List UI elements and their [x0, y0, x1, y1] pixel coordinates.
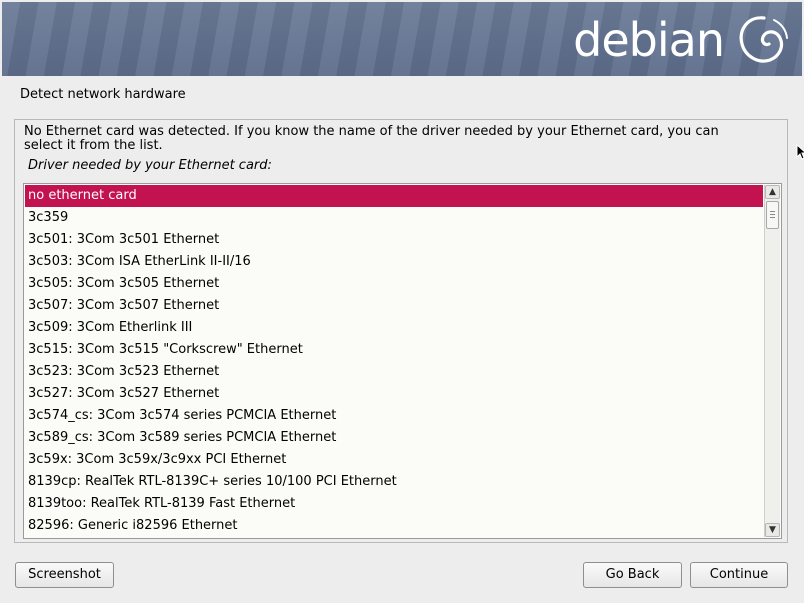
vertical-scrollbar[interactable]: ▲ ▼ — [764, 185, 780, 537]
driver-list-item[interactable]: 8139too: RealTek RTL-8139 Fast Ethernet — [25, 493, 763, 515]
driver-list-item[interactable]: 3c359 — [25, 207, 763, 229]
continue-button[interactable]: Continue — [690, 562, 788, 588]
driver-list-item[interactable]: 3c515: 3Com 3c515 "Corkscrew" Ethernet — [25, 339, 763, 361]
driver-list-item[interactable]: 3c509: 3Com Etherlink III — [25, 317, 763, 339]
info-message: No Ethernet card was detected. If you kn… — [24, 124, 719, 153]
driver-list-item[interactable]: 3c59x: 3Com 3c59x/3c9xx PCI Ethernet — [25, 449, 763, 471]
scrollbar-thumb[interactable] — [766, 201, 779, 229]
question-label: Driver needed by your Ethernet card: — [28, 158, 272, 173]
screenshot-button[interactable]: Screenshot — [15, 562, 114, 588]
driver-list-item[interactable]: 3c527: 3Com 3c527 Ethernet — [25, 383, 763, 405]
driver-list-item[interactable]: no ethernet card — [25, 185, 763, 207]
driver-list-item[interactable]: 3c507: 3Com 3c507 Ethernet — [25, 295, 763, 317]
page-title: Detect network hardware — [20, 87, 186, 102]
driver-list-item[interactable]: 3c505: 3Com 3c505 Ethernet — [25, 273, 763, 295]
driver-list-item[interactable]: 3c574_cs: 3Com 3c574 series PCMCIA Ether… — [25, 405, 763, 427]
question-panel: No Ethernet card was detected. If you kn… — [14, 119, 788, 543]
driver-list-item[interactable]: 82596: Generic i82596 Ethernet — [25, 515, 763, 537]
debian-swirl-icon — [739, 16, 788, 63]
driver-list-item[interactable]: 8139cp: RealTek RTL-8139C+ series 10/100… — [25, 471, 763, 493]
driver-list-item[interactable]: 3c503: 3Com ISA EtherLink II-II/16 — [25, 251, 763, 273]
driver-list: no ethernet card 3c359 3c501: 3Com 3c501 E… — [25, 185, 763, 537]
grip-line — [770, 217, 775, 218]
debian-logo-text: debian — [573, 13, 725, 67]
scroll-up-icon[interactable]: ▲ — [765, 185, 780, 199]
driver-list-item[interactable]: 3c523: 3Com 3c523 Ethernet — [25, 361, 763, 383]
grip-line — [770, 214, 775, 215]
grip-line — [770, 211, 775, 212]
driver-list-item[interactable]: 3c501: 3Com 3c501 Ethernet — [25, 229, 763, 251]
mouse-cursor-icon — [796, 144, 804, 160]
scroll-down-icon[interactable]: ▼ — [765, 523, 780, 537]
go-back-button[interactable]: Go Back — [583, 562, 682, 588]
driver-listbox[interactable]: no ethernet card 3c359 3c501: 3Com 3c501 E… — [23, 183, 782, 539]
driver-list-item[interactable]: 3c589_cs: 3Com 3c589 series PCMCIA Ether… — [25, 427, 763, 449]
debian-banner: debian — [2, 2, 802, 76]
